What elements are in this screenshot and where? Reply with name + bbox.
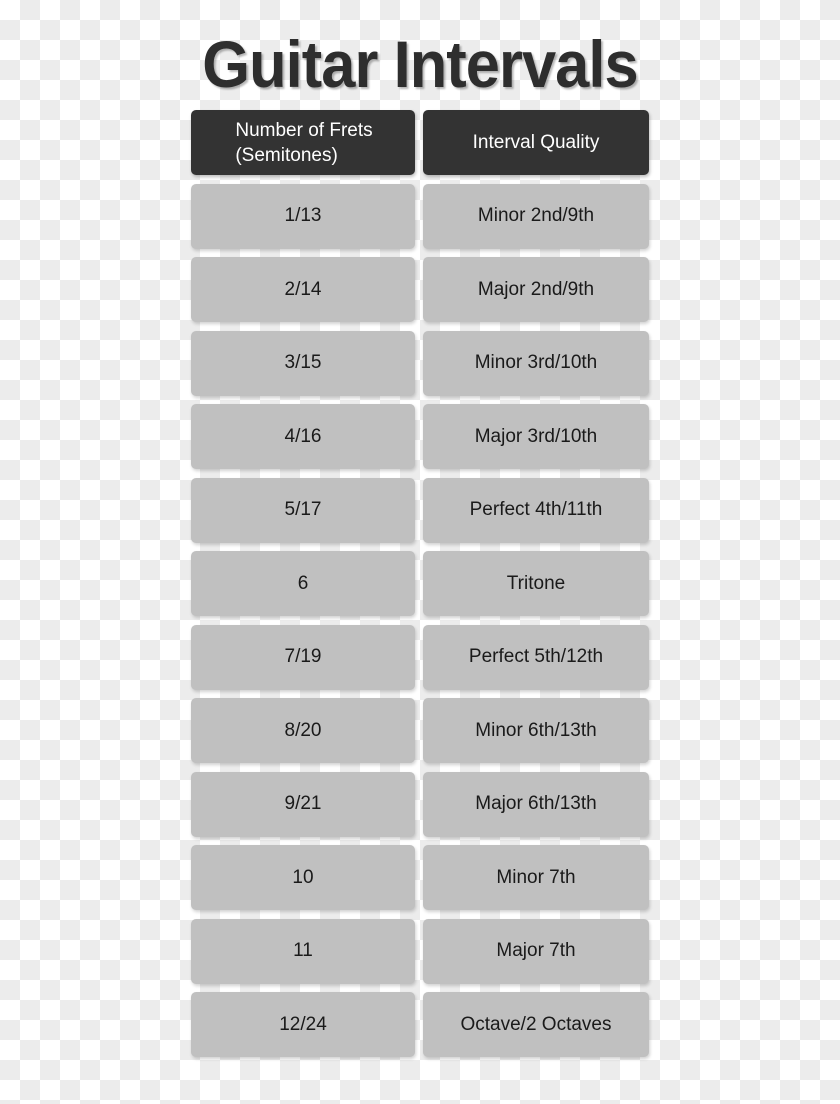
cell-quality: Minor 3rd/10th [423,330,649,396]
cell-quality: Octave/2 Octaves [423,992,649,1057]
table-row: 7/19 Perfect 5th/12th [191,624,649,690]
cell-quality: Minor 2nd/9th [423,183,649,249]
column-header-frets-line2: (Semitones) [235,144,338,166]
cell-frets: 3/15 [191,330,415,396]
cell-frets: 9/21 [191,771,415,837]
cell-quality: Perfect 5th/12th [423,624,649,690]
table-row: 9/21 Major 6th/13th [191,771,649,837]
cell-frets: 11 [191,918,415,984]
cell-quality: Major 6th/13th [423,771,649,837]
cell-frets: 4/16 [191,404,415,469]
table-row: 10 Minor 7th [191,845,649,910]
table-row: 2/14 Major 2nd/9th [191,257,649,322]
column-header-frets-line1: Number of Frets [235,119,373,141]
column-header-number-of-frets: Number of Frets (Semitones) [191,110,415,175]
column-header-frets-stack: Number of Frets (Semitones) [235,118,372,168]
cell-quality: Major 7th [423,918,649,984]
table-row: 4/16 Major 3rd/10th [191,404,649,469]
table-row: 8/20 Minor 6th/13th [191,698,649,763]
cell-frets: 2/14 [191,257,415,322]
cell-quality: Minor 7th [423,845,649,910]
cell-quality: Major 3rd/10th [423,404,649,469]
table-row: 1/13 Minor 2nd/9th [191,183,649,249]
column-header-interval-quality: Interval Quality [423,110,649,175]
table-row: 3/15 Minor 3rd/10th [191,330,649,396]
cell-frets: 8/20 [191,698,415,763]
cell-quality: Tritone [423,551,649,616]
cell-frets: 5/17 [191,477,415,543]
cell-quality: Major 2nd/9th [423,257,649,322]
cell-quality: Minor 6th/13th [423,698,649,763]
table-row: 5/17 Perfect 4th/11th [191,477,649,543]
cell-frets: 10 [191,845,415,910]
table-row: 6 Tritone [191,551,649,616]
table-row: 12/24 Octave/2 Octaves [191,992,649,1057]
cell-frets: 1/13 [191,183,415,249]
table-header-row: Number of Frets (Semitones) Interval Qua… [191,110,649,175]
intervals-table: Number of Frets (Semitones) Interval Qua… [191,110,649,1066]
cell-quality: Perfect 4th/11th [423,477,649,543]
cell-frets: 12/24 [191,992,415,1057]
cell-frets: 7/19 [191,624,415,690]
cell-frets: 6 [191,551,415,616]
page-title: Guitar Intervals [202,27,638,101]
table-row: 11 Major 7th [191,918,649,984]
guitar-intervals-infographic: Guitar Intervals Number of Frets (Semito… [0,0,840,1104]
